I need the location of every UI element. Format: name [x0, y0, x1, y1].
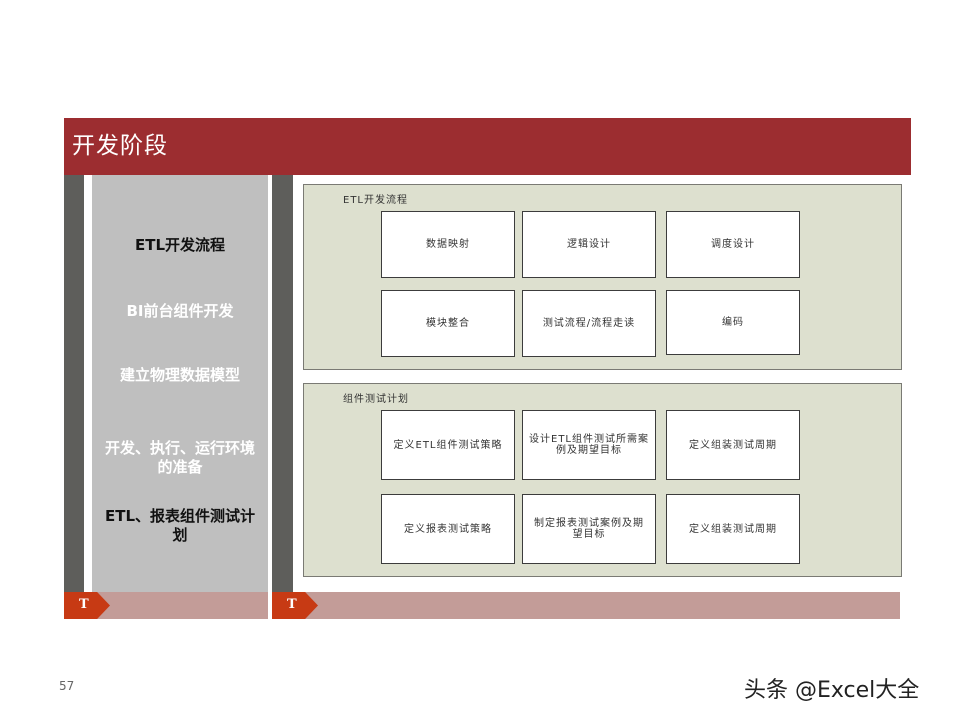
etl-flow-group: ETL开发流程 数据映射 逻辑设计 调度设计 模块整合 测试流程/流程走读 编码	[303, 184, 902, 370]
box-schedule-design: 调度设计	[666, 211, 800, 278]
footer-band-right	[272, 592, 900, 619]
watermark: 头条 @Excel大全	[744, 678, 920, 703]
box-assembly-test-cycle-2: 定义组装测试周期	[666, 494, 800, 564]
left-divider-bar	[64, 175, 84, 592]
left-item-test-plan: ETL、报表组件测试计划	[104, 507, 256, 544]
left-item-physical-model: 建立物理数据模型	[119, 366, 240, 384]
box-report-test-cases: 制定报表测试案例及期望目标	[522, 494, 656, 564]
box-report-test-strategy: 定义报表测试策略	[381, 494, 515, 564]
box-etl-test-cases: 设计ETL组件测试所需案例及期望目标	[522, 410, 656, 480]
t-badge-right-label: T	[287, 597, 297, 612]
left-item-environment: 开发、执行、运行环境的准备	[104, 439, 255, 476]
t-badge-left-label: T	[79, 597, 89, 612]
box-coding: 编码	[666, 290, 800, 355]
left-panel: ETL开发流程 BI前台组件开发 建立物理数据模型 开发、执行、运行环境的准备 …	[92, 175, 268, 592]
left-item-bi-frontend: BI前台组件开发	[126, 302, 234, 320]
section-header: 开发阶段	[64, 118, 911, 175]
page-number: 57	[59, 679, 75, 693]
component-test-group-title: 组件测试计划	[343, 394, 409, 405]
box-test-flow: 测试流程/流程走读	[522, 290, 656, 357]
section-title: 开发阶段	[72, 133, 168, 159]
box-logic-design: 逻辑设计	[522, 211, 656, 278]
component-test-group: 组件测试计划 定义ETL组件测试策略 设计ETL组件测试所需案例及期望目标 定义…	[303, 383, 902, 577]
box-etl-test-strategy: 定义ETL组件测试策略	[381, 410, 515, 480]
etl-flow-group-title: ETL开发流程	[343, 195, 408, 206]
box-data-mapping: 数据映射	[381, 211, 515, 278]
middle-divider-bar	[272, 175, 293, 592]
box-assembly-test-cycle-1: 定义组装测试周期	[666, 410, 800, 480]
box-module-integration: 模块整合	[381, 290, 515, 357]
left-item-etl-flow: ETL开发流程	[134, 236, 226, 254]
